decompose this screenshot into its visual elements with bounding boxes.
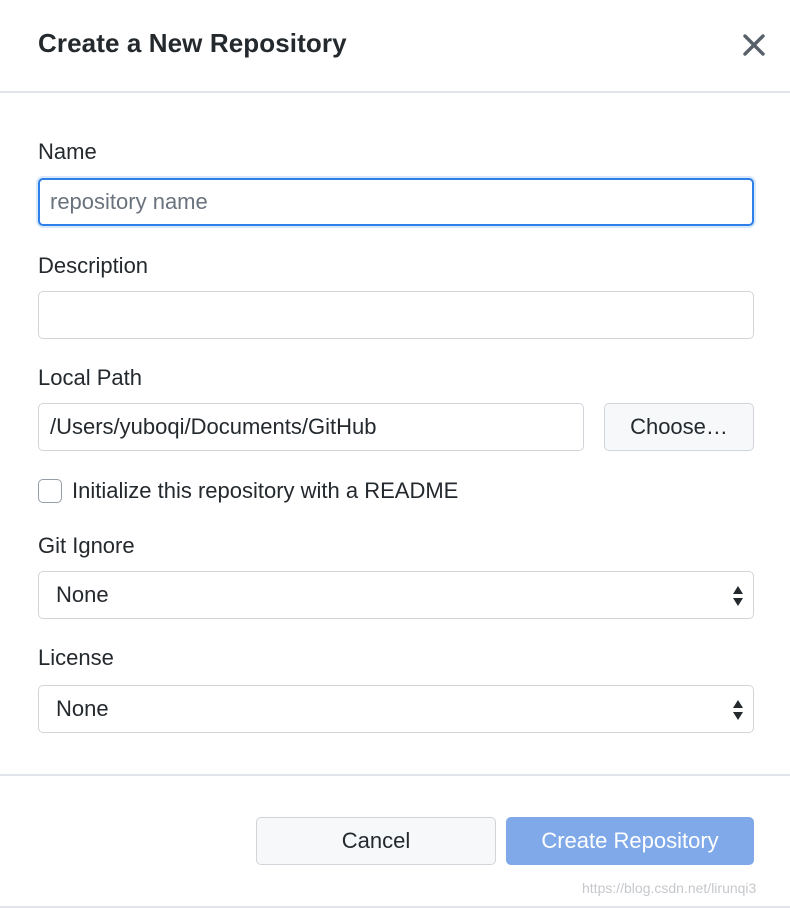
license-selected-value: None: [56, 696, 109, 721]
description-input[interactable]: [38, 291, 754, 339]
license-label: License: [38, 645, 114, 670]
close-icon: [743, 34, 765, 56]
license-select[interactable]: None: [38, 685, 754, 733]
readme-option: Initialize this repository with a README: [38, 477, 458, 505]
watermark: https://blog.csdn.net/lirunqi3: [582, 880, 757, 896]
close-button[interactable]: [736, 27, 772, 63]
select-arrows-icon: [733, 700, 743, 720]
cancel-button-label: Cancel: [341, 828, 411, 853]
dialog-header: Create a New Repository: [0, 0, 790, 93]
name-label: Name: [38, 139, 97, 164]
cancel-button[interactable]: Cancel: [256, 817, 496, 865]
choose-path-button[interactable]: Choose…: [604, 403, 754, 451]
create-repository-button-label: Create Repository: [541, 828, 719, 853]
create-repository-dialog: Create a New Repository Name Description…: [0, 0, 790, 908]
choose-path-button-label: Choose…: [630, 414, 728, 439]
git-ignore-label: Git Ignore: [38, 533, 135, 558]
repository-name-input[interactable]: [38, 178, 754, 226]
local-path-input[interactable]: [38, 403, 584, 451]
git-ignore-selected-value: None: [56, 582, 109, 607]
select-arrows-icon: [733, 586, 743, 606]
dialog-title: Create a New Repository: [38, 28, 347, 58]
description-label: Description: [38, 253, 149, 278]
readme-checkbox[interactable]: [38, 479, 62, 503]
local-path-label: Local Path: [38, 365, 142, 390]
readme-checkbox-label[interactable]: Initialize this repository with a README: [72, 478, 458, 504]
create-repository-button[interactable]: Create Repository: [506, 817, 754, 865]
git-ignore-select[interactable]: None: [38, 571, 754, 619]
footer-divider: [0, 774, 790, 776]
